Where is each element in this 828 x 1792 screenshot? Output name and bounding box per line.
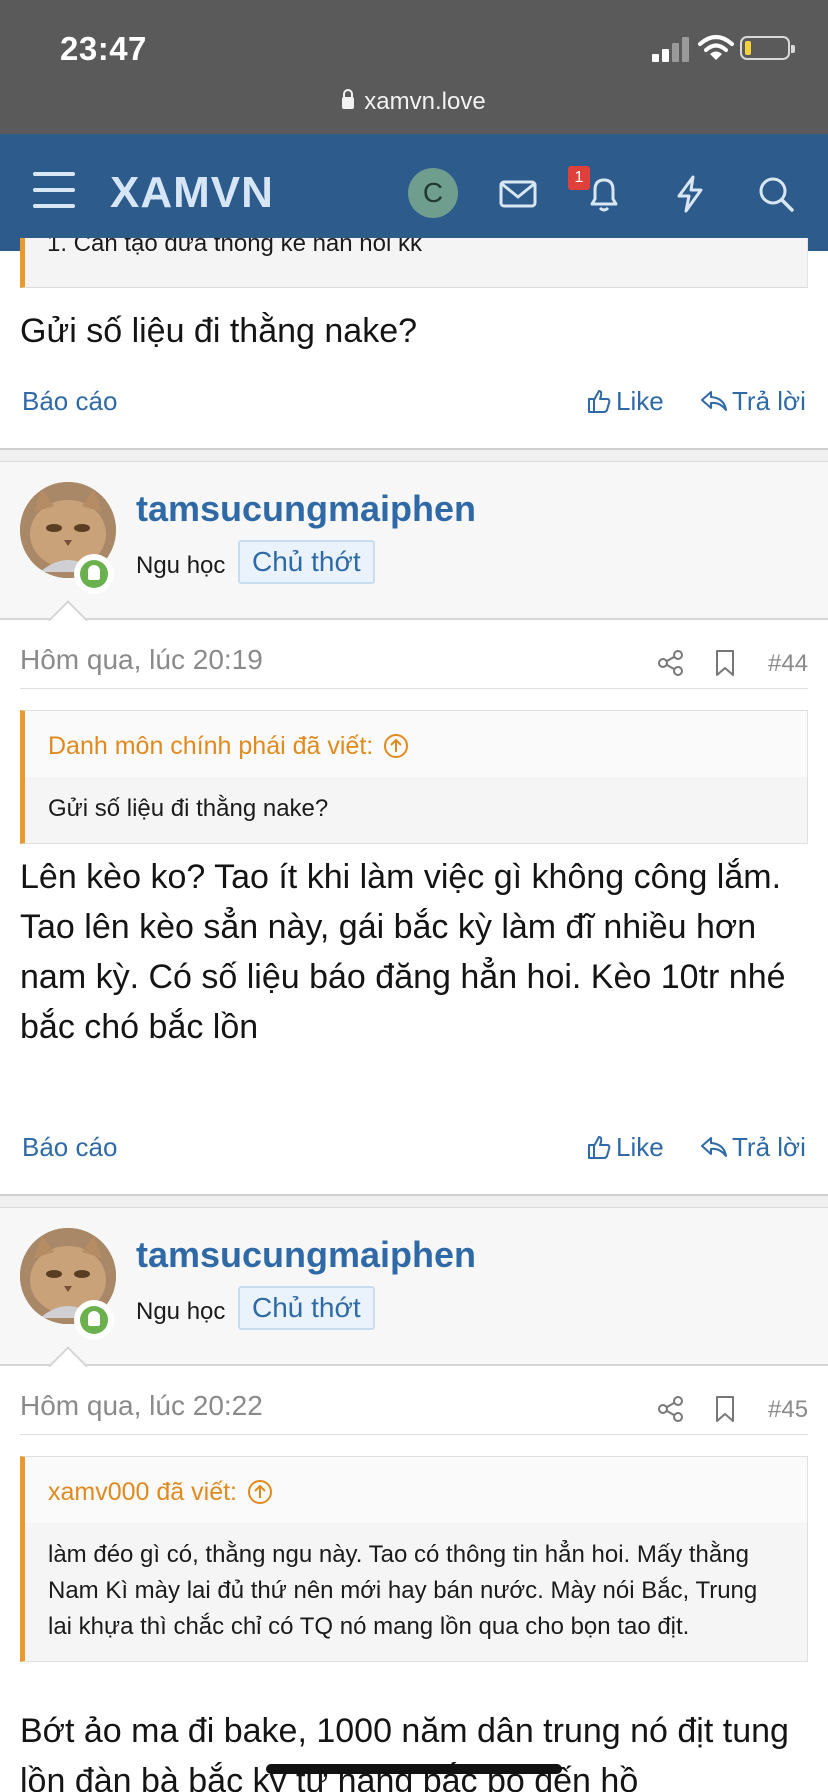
account-avatar[interactable]: C — [408, 168, 458, 218]
post-meta: Hôm qua, lúc 20:19 #44 — [0, 644, 828, 694]
report-link[interactable]: Báo cáo — [22, 1132, 117, 1163]
reply-icon — [701, 1137, 727, 1157]
share-icon[interactable] — [656, 1394, 686, 1424]
url-text: xamvn.love — [364, 88, 486, 115]
post-actions: Báo cáo Like Trả lời — [0, 386, 828, 436]
quote-author: Danh môn chính phái đã viết: — [48, 732, 374, 760]
reply-label: Trả lời — [732, 1132, 806, 1162]
user-title: Ngu học — [136, 552, 226, 579]
post-message: Lên kèo ko? Tao ít khi làm việc gì không… — [20, 858, 786, 1046]
report-link[interactable]: Báo cáo — [22, 386, 117, 417]
post-user-header: tamsucungmaiphen Ngu học Chủ thớt — [0, 1208, 828, 1386]
site-header: XAMVN C 1 — [0, 134, 828, 251]
quote-header[interactable]: xamv000 đã viết: — [25, 1457, 807, 1523]
post-date[interactable]: Hôm qua, lúc 20:19 — [20, 644, 263, 676]
cellular-signal-icon — [652, 36, 690, 62]
post-separator — [0, 448, 828, 462]
reply-button[interactable]: Trả lời — [700, 386, 806, 417]
bookmark-icon[interactable] — [712, 1394, 738, 1424]
quote-block: xamv000 đã viết: làm đéo gì có, thằng ng… — [20, 1456, 808, 1662]
online-status-icon — [74, 1300, 114, 1340]
arrow-up-circle-icon[interactable] — [383, 733, 409, 759]
message-pointer — [48, 1346, 88, 1386]
post-message: Gửi số liệu đi thằng nake? — [20, 312, 418, 350]
post-number[interactable]: #44 — [768, 650, 808, 678]
thumbs-up-icon — [588, 390, 611, 413]
message-pointer — [48, 600, 88, 640]
bookmark-icon[interactable] — [712, 648, 738, 678]
reply-label: Trả lời — [732, 386, 806, 416]
quote-block-partial: 1. Cần tạo đưa thống kê hẳn hoi kk — [20, 238, 808, 288]
site-logo[interactable]: XAMVN — [110, 168, 274, 218]
meta-divider — [20, 688, 808, 689]
username[interactable]: tamsucungmaiphen — [136, 488, 476, 530]
home-indicator — [266, 1764, 562, 1774]
like-button[interactable]: Like — [586, 386, 664, 417]
quote-text: 1. Cần tạo đưa thống kê hẳn hoi kk — [47, 238, 422, 257]
like-label: Like — [616, 386, 664, 416]
wifi-icon — [698, 35, 734, 60]
thread-starter-badge: Chủ thớt — [238, 1286, 375, 1330]
post-meta: Hôm qua, lúc 20:22 #45 — [0, 1390, 828, 1440]
alert-count-badge: 1 — [568, 166, 590, 190]
quote-text: Gửi số liệu đi thằng nake? — [48, 795, 329, 822]
status-bar: 23:47 xamvn.love — [0, 0, 828, 134]
reply-icon — [701, 391, 727, 411]
like-label: Like — [616, 1132, 664, 1162]
menu-icon[interactable] — [33, 172, 75, 208]
online-status-icon — [74, 554, 114, 594]
post-number[interactable]: #45 — [768, 1396, 808, 1424]
meta-divider — [20, 1434, 808, 1435]
battery-icon — [740, 36, 795, 60]
envelope-icon[interactable] — [496, 172, 540, 216]
quote-text: làm đéo gì có, thằng ngu này. Tao có thô… — [48, 1541, 758, 1640]
lightning-icon[interactable] — [668, 172, 712, 216]
status-time: 23:47 — [60, 30, 147, 67]
share-icon[interactable] — [656, 648, 686, 678]
post-date[interactable]: Hôm qua, lúc 20:22 — [20, 1390, 263, 1422]
url-bar[interactable]: xamvn.love — [0, 88, 828, 116]
lock-icon — [342, 89, 355, 109]
quote-block: Danh môn chính phái đã viết: Gửi số liệu… — [20, 710, 808, 844]
quote-author: xamv000 đã viết: — [48, 1478, 237, 1506]
reply-button[interactable]: Trả lời — [700, 1132, 806, 1163]
thumbs-up-icon — [588, 1136, 611, 1159]
search-icon[interactable] — [754, 172, 798, 216]
post-actions: Báo cáo Like Trả lời — [0, 1132, 828, 1182]
user-title: Ngu học — [136, 1298, 226, 1325]
arrow-up-circle-icon[interactable] — [247, 1479, 273, 1505]
post-message: Bớt ảo ma đi bake, 1000 năm dân trung nó… — [20, 1712, 789, 1792]
quote-header[interactable]: Danh môn chính phái đã viết: — [25, 711, 807, 777]
like-button[interactable]: Like — [586, 1132, 664, 1163]
post-separator — [0, 1194, 828, 1208]
username[interactable]: tamsucungmaiphen — [136, 1234, 476, 1276]
thread-starter-badge: Chủ thớt — [238, 540, 375, 584]
post-user-header: tamsucungmaiphen Ngu học Chủ thớt — [0, 462, 828, 640]
